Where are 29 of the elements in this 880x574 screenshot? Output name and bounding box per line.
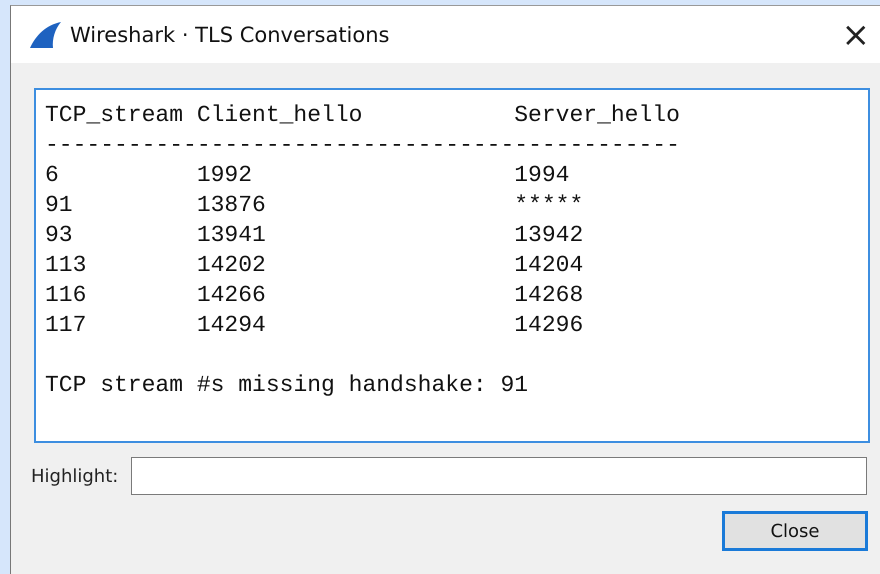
table-cell-text: 14268	[514, 281, 584, 310]
close-icon[interactable]: ×	[842, 18, 870, 52]
highlight-field[interactable]	[131, 457, 867, 495]
table-cell-text: 14296	[514, 311, 584, 340]
highlight-label: Highlight:	[31, 466, 118, 486]
table-cell-text: 13941	[196, 221, 267, 250]
column-header: Server_hello	[514, 101, 681, 130]
separator-line: ----------------------------------------------	[45, 131, 681, 160]
table-cell-text: 113	[45, 251, 88, 280]
table-cell-text: 14202	[196, 251, 267, 280]
table-cell-text: 1992	[196, 161, 254, 190]
summary-text: TCP stream #s missing handshake: 91	[45, 371, 530, 400]
table-cell-text: *****	[514, 191, 584, 220]
table-cell-text: 13942	[514, 221, 584, 250]
table-cell-text: 13876	[196, 191, 267, 220]
table-cell-text: 6	[45, 161, 60, 190]
column-header: TCP_stream	[45, 101, 184, 130]
table-cell-text: 91	[45, 191, 74, 220]
table-cell-text: 14294	[196, 311, 267, 340]
table-cell-text: 14266	[196, 281, 267, 310]
table-cell-text: 14204	[514, 251, 584, 280]
table-cell-text: 1994	[514, 161, 570, 190]
shark-fin-icon	[28, 20, 62, 48]
close-button[interactable]: Close	[722, 511, 868, 551]
window-title: Wireshark · TLS Conversations	[70, 22, 390, 46]
table-cell-text: 116	[45, 281, 88, 310]
column-header: Client_hello	[196, 101, 364, 130]
table-cell-text: 117	[45, 311, 88, 340]
table-cell-text: 93	[45, 221, 74, 250]
